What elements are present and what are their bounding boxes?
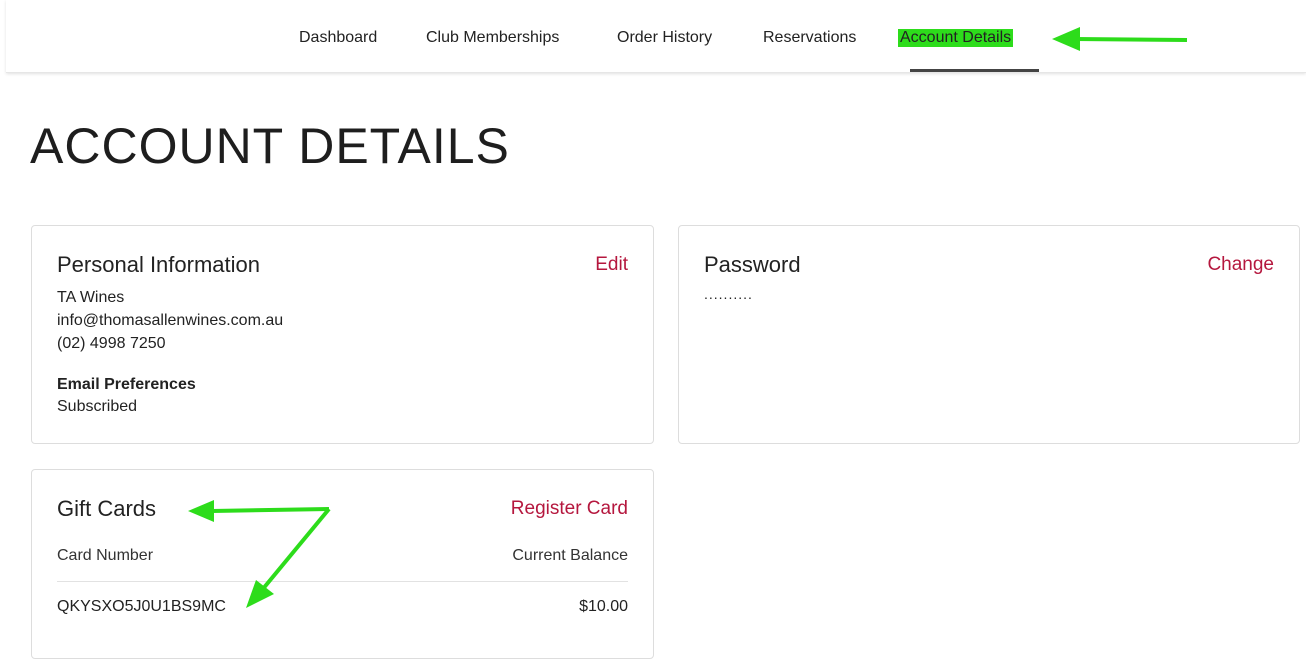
edit-personal-button[interactable]: Edit xyxy=(595,254,628,276)
masked-password: .......... xyxy=(704,286,753,302)
gift-card-balance: $10.00 xyxy=(579,598,628,615)
password-title: Password xyxy=(704,252,801,277)
email-preferences-label: Email Preferences xyxy=(57,376,196,393)
email-preferences-value: Subscribed xyxy=(57,398,138,415)
page-title: ACCOUNT DETAILS xyxy=(30,118,510,174)
change-password-button[interactable]: Change xyxy=(1207,254,1274,276)
column-card-number: Card Number xyxy=(57,547,154,564)
nav-account-details[interactable]: Account Details xyxy=(898,29,1014,47)
account-name: TA Wines xyxy=(57,289,125,306)
column-current-balance: Current Balance xyxy=(512,547,628,564)
personal-information-card: Personal Information Edit TA Wines info@… xyxy=(31,225,654,444)
password-card: Password Change .......... xyxy=(678,225,1300,444)
active-tab-underline xyxy=(910,69,1039,72)
nav-dashboard[interactable]: Dashboard xyxy=(299,29,377,47)
account-email: info@thomasallenwines.com.au xyxy=(57,312,284,329)
gift-cards-title: Gift Cards xyxy=(57,496,157,521)
personal-information-title: Personal Information xyxy=(57,252,260,277)
nav-order-history[interactable]: Order History xyxy=(617,29,712,47)
table-divider xyxy=(57,581,628,582)
gift-cards-card: Gift Cards Register Card Card Number Cur… xyxy=(31,469,654,659)
register-card-button[interactable]: Register Card xyxy=(511,498,628,520)
gift-card-number: QKYSXO5J0U1BS9MC xyxy=(57,598,226,615)
top-navigation: Dashboard Club Memberships Order History… xyxy=(6,0,1306,73)
account-phone: (02) 4998 7250 xyxy=(57,335,166,352)
nav-reservations[interactable]: Reservations xyxy=(763,29,856,47)
nav-club-memberships[interactable]: Club Memberships xyxy=(426,29,559,47)
